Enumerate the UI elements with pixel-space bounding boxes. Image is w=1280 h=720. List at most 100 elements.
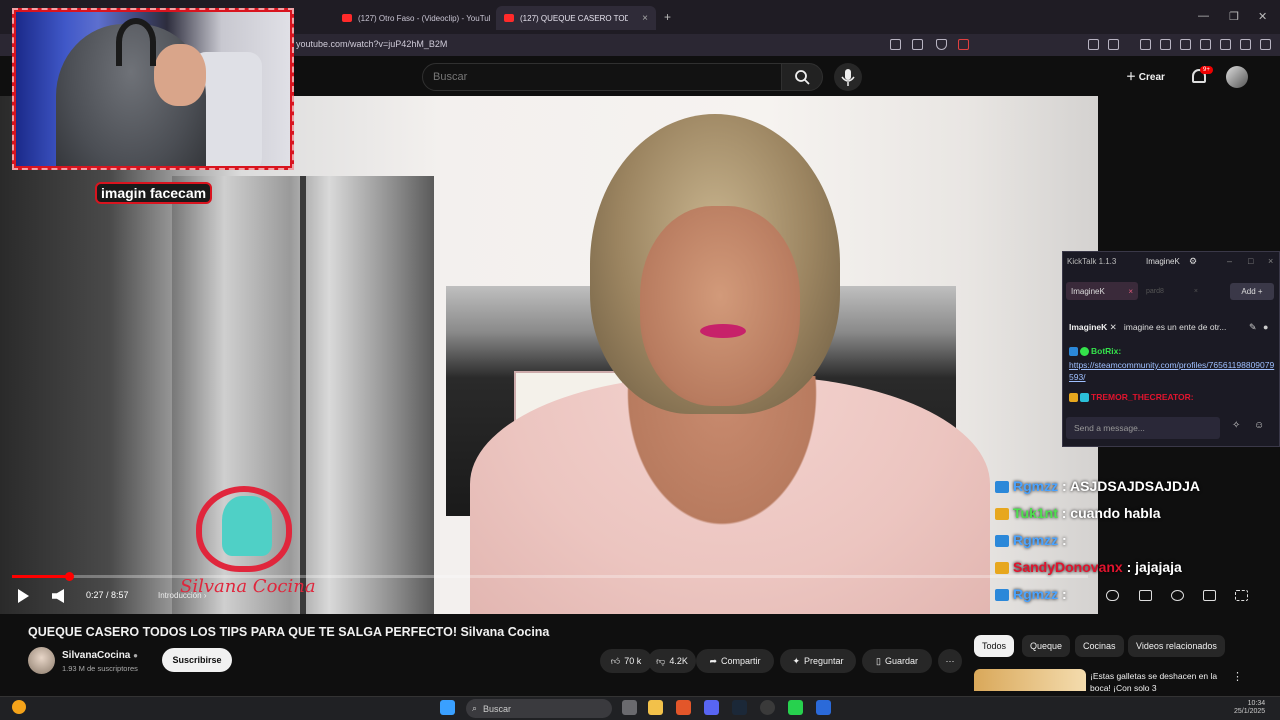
chip-queque[interactable]: Queque xyxy=(1022,635,1071,657)
crown-badge-icon xyxy=(1069,393,1078,403)
kicktalk-message-user[interactable]: TREMOR_THECREATOR: xyxy=(1091,392,1194,402)
translate-icon[interactable]: ✧ xyxy=(1232,420,1240,431)
steam-icon[interactable] xyxy=(732,700,747,715)
close-window-icon[interactable]: ✕ xyxy=(1258,10,1267,23)
screenshot-icon[interactable] xyxy=(890,39,901,50)
more-actions-button[interactable]: ··· xyxy=(938,649,962,673)
windows-taskbar xyxy=(0,696,1280,720)
settings-gear-icon[interactable] xyxy=(1171,590,1184,601)
windows-start-icon[interactable] xyxy=(440,700,455,715)
stream-chat-message: Rgmzz : xyxy=(995,532,1067,548)
kicktalk-header-user: ImagineK xyxy=(1069,322,1108,332)
autoplay-toggle-icon[interactable] xyxy=(1106,590,1119,601)
kicktalk-add-button[interactable]: Add + xyxy=(1230,283,1274,300)
more-horizontal-icon: ··· xyxy=(945,656,955,666)
kicktalk-channel-tab[interactable]: ImagineK × xyxy=(1066,282,1138,300)
ask-button[interactable]: ✦ Preguntar xyxy=(780,649,856,673)
facecam-label: imagin facecam xyxy=(95,182,213,204)
save-label: Guardar xyxy=(884,656,918,666)
discord-icon[interactable] xyxy=(704,700,719,715)
more-vertical-icon[interactable]: ⋮ xyxy=(1232,670,1243,683)
chip-related[interactable]: Videos relacionados xyxy=(1128,635,1225,657)
headset-icon xyxy=(116,18,156,66)
dislike-button[interactable]: 👎︎ 4.2K xyxy=(648,649,696,673)
tab-search-icon[interactable] xyxy=(1108,39,1119,50)
menu-icon[interactable] xyxy=(1260,39,1271,50)
brave-browser-icon[interactable] xyxy=(676,700,691,715)
system-clock[interactable]: 10:34 25/1/2025 xyxy=(1234,700,1265,716)
create-button[interactable]: ＋ Crear xyxy=(1126,68,1165,83)
history-icon[interactable] xyxy=(1160,39,1171,50)
fullscreen-icon[interactable] xyxy=(1235,590,1248,601)
kicktalk-close-icon[interactable]: × xyxy=(1268,256,1273,266)
stream-chat-message: SandyDonovanx : jajajaja xyxy=(995,559,1182,575)
progress-bar[interactable] xyxy=(12,575,1088,578)
brave-shield-icon[interactable] xyxy=(936,39,947,50)
maximize-window-icon[interactable]: ❐ xyxy=(1229,10,1239,23)
verified-badge-icon xyxy=(1080,347,1089,357)
account-avatar[interactable] xyxy=(1226,66,1248,88)
subtitles-icon[interactable] xyxy=(1139,590,1152,601)
kicktalk-minimize-icon[interactable]: – xyxy=(1227,256,1232,266)
task-view-icon[interactable] xyxy=(622,700,637,715)
sidebar-icon[interactable] xyxy=(1180,39,1191,50)
stream-chat-text: : xyxy=(1058,532,1067,548)
kicktalk-settings-gear-icon[interactable]: ⚙ xyxy=(1189,256,1197,267)
weather-icon[interactable] xyxy=(12,700,26,714)
chapter-label[interactable]: Introducción › xyxy=(158,591,206,600)
kicktalk-chat-header: ImagineK ✕ imagine es un ente de otr... xyxy=(1069,322,1227,332)
share-page-icon[interactable] xyxy=(912,39,923,50)
kicktalk-maximize-icon[interactable]: □ xyxy=(1248,256,1253,266)
search-input[interactable]: Buscar xyxy=(422,63,782,91)
play-icon[interactable] xyxy=(18,589,29,603)
channel-name[interactable]: SilvanaCocina ● xyxy=(62,650,138,661)
progress-scrubber-handle[interactable] xyxy=(65,572,74,581)
url-field[interactable]: youtube.com/watch?v=juP42hM_B2M xyxy=(296,39,447,49)
kick-icon[interactable] xyxy=(788,700,803,715)
kicktalk-channel-tab-2[interactable]: pard8 × xyxy=(1146,282,1198,300)
voice-search-button[interactable] xyxy=(834,63,862,91)
kicktalk-message-link[interactable]: https://steamcommunity.com/profiles/7656… xyxy=(1069,359,1275,383)
like-button[interactable]: 👍︎ 70 k xyxy=(600,649,652,673)
emote-picker-icon[interactable]: ☺ xyxy=(1254,420,1264,431)
new-tab-button[interactable]: + xyxy=(664,10,671,24)
close-tab-icon[interactable]: × xyxy=(1128,287,1133,296)
facecam-streamer-face xyxy=(154,44,206,106)
video-player[interactable]: Silvana Cocina xyxy=(0,96,1098,614)
kicktalk-current-user[interactable]: ImagineK xyxy=(1146,257,1180,266)
file-explorer-icon[interactable] xyxy=(648,700,663,715)
close-tab-icon[interactable]: × xyxy=(642,13,648,24)
kicktalk-message-input[interactable]: Send a message... xyxy=(1066,417,1220,439)
chip-cocinas[interactable]: Cocinas xyxy=(1075,635,1124,657)
search-button[interactable] xyxy=(781,63,823,91)
kicktalk-taskbar-icon[interactable] xyxy=(816,700,831,715)
download-icon[interactable] xyxy=(1140,39,1151,50)
channel-avatar[interactable] xyxy=(28,647,55,674)
theater-mode-icon[interactable] xyxy=(1203,590,1216,601)
kicktalk-message-user[interactable]: BotRix: xyxy=(1091,346,1121,356)
taskbar-search-input[interactable]: ⌕ Buscar xyxy=(466,699,612,718)
pin-icon[interactable]: ✎ xyxy=(1249,322,1257,333)
leo-icon[interactable] xyxy=(1220,39,1231,50)
subscribe-button[interactable]: Suscribirse xyxy=(162,648,232,672)
user-icon[interactable]: ● xyxy=(1263,322,1268,332)
stream-chat-text: : xyxy=(1058,586,1067,602)
recommendation-thumbnail[interactable] xyxy=(974,669,1086,691)
close-tab-icon[interactable]: × xyxy=(1194,288,1198,295)
obs-icon[interactable] xyxy=(760,700,775,715)
recommendation-title[interactable]: ¡Estas galletas se deshacen en la boca! … xyxy=(1090,670,1230,694)
stream-chat-user: Rgmzz xyxy=(1013,532,1059,548)
minimize-window-icon[interactable]: — xyxy=(1198,10,1209,22)
vpn-icon[interactable] xyxy=(1240,39,1251,50)
search-icon xyxy=(795,70,810,85)
browser-tab-active[interactable]: (127) QUEQUE CASERO TODOS LOS TIPS × xyxy=(496,6,656,30)
chip-all[interactable]: Todos xyxy=(974,635,1015,657)
brave-rewards-icon[interactable] xyxy=(958,39,969,50)
share-button[interactable]: ➦ Compartir xyxy=(696,649,774,673)
wallet-icon[interactable] xyxy=(1200,39,1211,50)
extension-icon[interactable] xyxy=(1088,39,1099,50)
stream-chat-user: Tuk1nt xyxy=(1013,505,1058,521)
save-button[interactable]: ▯ Guardar xyxy=(862,649,932,673)
crown-badge-icon xyxy=(995,562,1009,575)
browser-tab[interactable]: (127) Otro Faso - (Videoclip) - YouTube xyxy=(334,6,490,30)
